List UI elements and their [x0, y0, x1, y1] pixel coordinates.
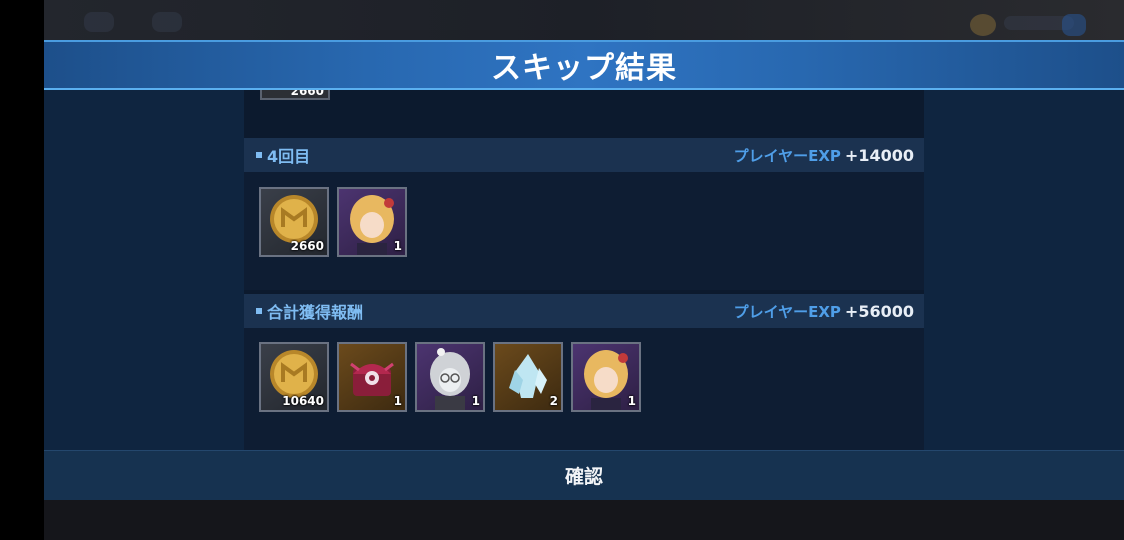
- exp-label: プレイヤーEXP: [733, 146, 841, 165]
- page-title: スキップ結果: [491, 51, 677, 86]
- item-count: 1: [393, 394, 402, 408]
- results-scroll-list[interactable]: 2660 4回目 プレイヤーEXP +14000 2660 1 合計獲得報酬 プ…: [244, 90, 924, 450]
- reward-item-gold[interactable]: 10640: [259, 342, 329, 412]
- reward-item-crystal[interactable]: 2: [493, 342, 563, 412]
- exp-value: +14000: [844, 145, 914, 165]
- left-letterbox: [0, 0, 44, 540]
- panel-side-right: [924, 90, 1124, 450]
- total-rewards-header: 合計獲得報酬 プレイヤーEXP +56000: [244, 294, 924, 328]
- exp-label: プレイヤーEXP: [733, 302, 841, 321]
- player-exp: プレイヤーEXP +56000: [734, 301, 914, 322]
- total-rewards: 10640 1 1 2 1: [244, 328, 924, 450]
- item-count: 2660: [290, 90, 324, 98]
- reward-item-character[interactable]: 1: [337, 187, 407, 257]
- item-count: 1: [627, 394, 636, 408]
- round-4-header: 4回目 プレイヤーEXP +14000: [244, 138, 924, 172]
- section-title: 合計獲得報酬: [267, 303, 364, 322]
- game-screen: スキップ結果 2660 4回目 プレイヤーEXP +14000 2660 1 合…: [0, 0, 1124, 540]
- panel-header: スキップ結果: [44, 40, 1124, 90]
- panel-side-left: [44, 90, 244, 450]
- reward-item-character[interactable]: 1: [415, 342, 485, 412]
- reward-item-chest[interactable]: 1: [337, 342, 407, 412]
- bullet-icon: [256, 152, 262, 158]
- previous-round-item: 2660: [260, 90, 330, 100]
- exp-value: +56000: [844, 301, 914, 321]
- item-count: 2: [549, 394, 558, 408]
- confirm-button[interactable]: 確認: [44, 450, 1124, 500]
- background-bottom: [44, 500, 1124, 540]
- item-count: 1: [393, 239, 402, 253]
- player-exp: プレイヤーEXP +14000: [734, 145, 914, 166]
- round-4-rewards: 2660 1: [244, 172, 924, 290]
- item-count: 1: [471, 394, 480, 408]
- item-count: 10640: [282, 394, 324, 408]
- item-count: 2660: [290, 239, 324, 253]
- section-title: 4回目: [267, 147, 311, 166]
- reward-item-gold[interactable]: 2660: [259, 187, 329, 257]
- bullet-icon: [256, 308, 262, 314]
- confirm-label: 確認: [564, 466, 603, 488]
- reward-item-character[interactable]: 1: [571, 342, 641, 412]
- background-blurred-hud: [44, 0, 1124, 40]
